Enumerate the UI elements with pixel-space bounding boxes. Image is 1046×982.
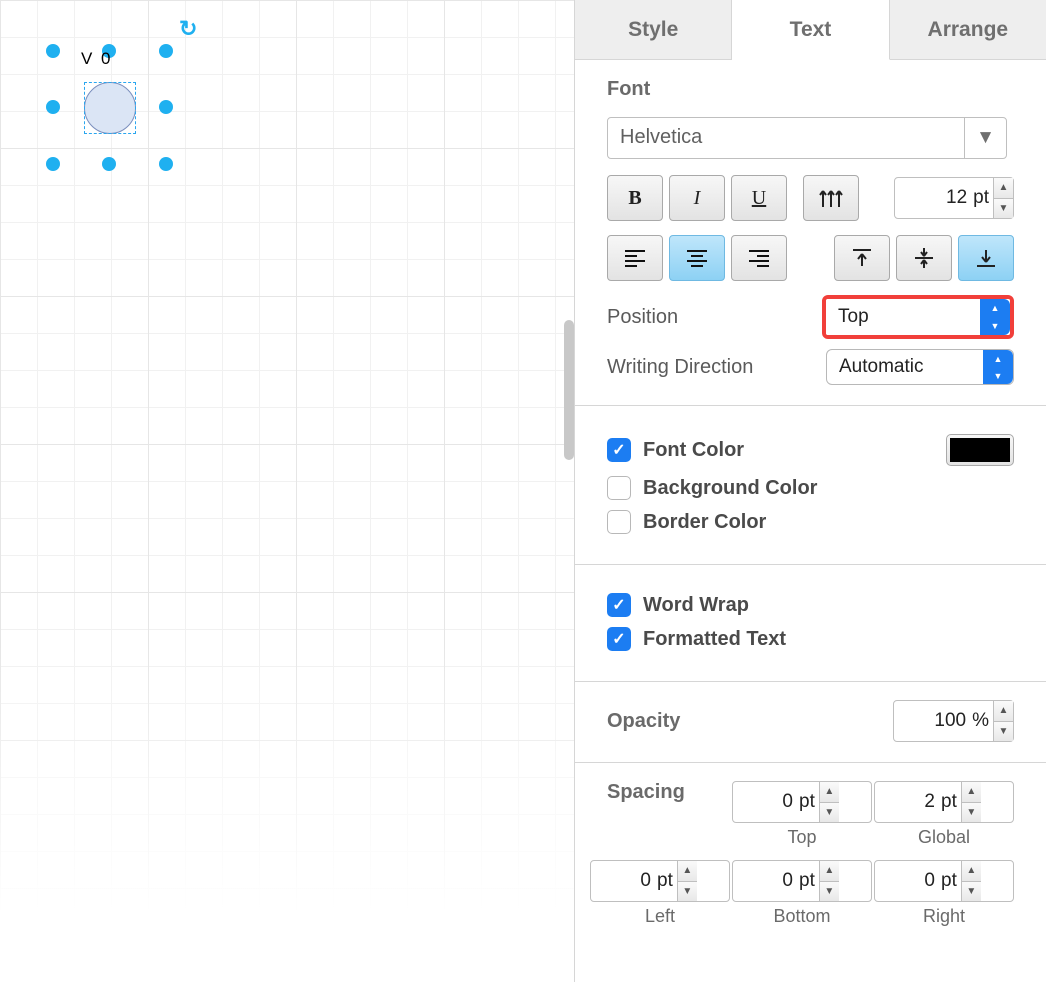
tab-text[interactable]: Text	[732, 0, 889, 60]
font-heading: Font	[607, 78, 1014, 101]
underline-button[interactable]: U	[731, 175, 787, 221]
resize-handle-nw[interactable]	[46, 44, 60, 58]
stepper-arrows[interactable]: ▲▼	[819, 861, 839, 901]
font-family-select[interactable]: Helvetica ▼	[607, 117, 1007, 159]
writing-direction-value: Automatic	[839, 356, 923, 378]
font-family-value: Helvetica	[608, 118, 964, 158]
wrap-section: Word Wrap Formatted Text	[575, 565, 1046, 682]
canvas[interactable]: V 0 ↻	[0, 0, 574, 982]
rotate-handle-icon[interactable]: ↻	[179, 16, 197, 42]
stepper-arrows[interactable]: ▲▼	[819, 782, 839, 822]
resize-handle-se[interactable]	[159, 157, 173, 171]
background-color-label: Background Color	[643, 477, 817, 500]
format-panel: Style Text Arrange Font Helvetica ▼ B I …	[574, 0, 1046, 982]
spacing-right-unit: pt	[941, 870, 961, 892]
stepper-arrows[interactable]: ▲▼	[677, 861, 697, 901]
font-size-input[interactable]	[895, 187, 973, 209]
position-highlight: Top ▲▼	[822, 295, 1014, 339]
position-value: Top	[838, 306, 869, 328]
colors-section: Font Color Background Color Border Color	[575, 406, 1046, 565]
resize-handle-s[interactable]	[102, 157, 116, 171]
background-color-checkbox[interactable]	[607, 476, 631, 500]
opacity-label: Opacity	[607, 710, 893, 733]
resize-handle-ne[interactable]	[159, 44, 173, 58]
vertical-text-button[interactable]	[803, 175, 859, 221]
scrollbar-thumb[interactable]	[564, 320, 574, 460]
spacing-section: Spacing pt ▲▼ Top pt ▲▼ Glob	[575, 763, 1046, 947]
spacing-global-input[interactable]	[875, 791, 941, 813]
shape-label[interactable]: V 0	[81, 50, 113, 67]
spacing-left-stepper[interactable]: pt ▲▼	[590, 860, 730, 902]
align-center-button[interactable]	[669, 235, 725, 281]
panel-tabs: Style Text Arrange	[575, 0, 1046, 60]
ellipse-shape[interactable]	[84, 82, 136, 134]
italic-button[interactable]: I	[669, 175, 725, 221]
spacing-bottom-input[interactable]	[733, 870, 799, 892]
h-align-group	[607, 235, 787, 281]
resize-handle-sw[interactable]	[46, 157, 60, 171]
spacing-right-stepper[interactable]: pt ▲▼	[874, 860, 1014, 902]
spacing-label: Spacing	[607, 781, 732, 832]
opacity-stepper[interactable]: % ▲▼	[893, 700, 1014, 742]
word-wrap-label: Word Wrap	[643, 594, 749, 617]
font-color-swatch[interactable]	[946, 434, 1014, 466]
valign-top-button[interactable]	[834, 235, 890, 281]
position-select[interactable]: Top ▲▼	[826, 299, 1010, 335]
vertical-arrows-icon	[817, 185, 845, 211]
formatted-text-checkbox[interactable]	[607, 627, 631, 651]
spacing-bottom-unit: pt	[799, 870, 819, 892]
spacing-bottom-stepper[interactable]: pt ▲▼	[732, 860, 872, 902]
writing-direction-select[interactable]: Automatic ▲▼	[826, 349, 1014, 385]
spacing-top-stepper[interactable]: pt ▲▼	[732, 781, 872, 823]
bold-button[interactable]: B	[607, 175, 663, 221]
font-size-stepper[interactable]: pt ▲▼	[894, 177, 1014, 219]
valign-bottom-button[interactable]	[958, 235, 1014, 281]
writing-direction-label: Writing Direction	[607, 356, 826, 379]
align-left-button[interactable]	[607, 235, 663, 281]
spacing-right-label: Right	[874, 906, 1014, 927]
spacing-right-input[interactable]	[875, 870, 941, 892]
spacing-left-input[interactable]	[591, 870, 657, 892]
spacing-left-label: Left	[590, 906, 730, 927]
word-wrap-checkbox[interactable]	[607, 593, 631, 617]
resize-handle-w[interactable]	[46, 100, 60, 114]
dropdown-caret-icon: ▼	[964, 118, 1006, 158]
select-arrows-icon: ▲▼	[980, 299, 1010, 335]
align-right-button[interactable]	[731, 235, 787, 281]
spacing-bottom-label: Bottom	[732, 906, 872, 927]
border-color-label: Border Color	[643, 511, 766, 534]
font-color-label: Font Color	[643, 439, 744, 462]
spacing-top-unit: pt	[799, 791, 819, 813]
stepper-arrows[interactable]: ▲▼	[961, 782, 981, 822]
resize-handle-e[interactable]	[159, 100, 173, 114]
spacing-top-input[interactable]	[733, 791, 799, 813]
font-size-unit: pt	[973, 187, 993, 209]
select-arrows-icon: ▲▼	[983, 350, 1013, 384]
spacing-global-unit: pt	[941, 791, 961, 813]
opacity-unit: %	[972, 710, 993, 732]
spacing-top-label: Top	[732, 827, 872, 848]
opacity-input[interactable]	[894, 710, 972, 732]
valign-middle-button[interactable]	[896, 235, 952, 281]
tab-arrange[interactable]: Arrange	[890, 0, 1046, 59]
opacity-section: Opacity % ▲▼	[575, 682, 1046, 763]
stepper-arrows[interactable]: ▲▼	[993, 701, 1013, 741]
stepper-arrows[interactable]: ▲▼	[993, 178, 1013, 218]
font-color-checkbox[interactable]	[607, 438, 631, 462]
spacing-global-stepper[interactable]: pt ▲▼	[874, 781, 1014, 823]
canvas-fade	[0, 642, 574, 982]
border-color-checkbox[interactable]	[607, 510, 631, 534]
selected-shape[interactable]: V 0 ↻	[84, 82, 136, 134]
spacing-global-label: Global	[874, 827, 1014, 848]
font-section: Font Helvetica ▼ B I U pt ▲▼	[575, 60, 1046, 406]
font-style-group: B I U	[607, 175, 787, 221]
tab-style[interactable]: Style	[575, 0, 732, 59]
spacing-left-unit: pt	[657, 870, 677, 892]
v-align-group	[834, 235, 1014, 281]
stepper-arrows[interactable]: ▲▼	[961, 861, 981, 901]
position-label: Position	[607, 306, 822, 329]
formatted-text-label: Formatted Text	[643, 628, 786, 651]
